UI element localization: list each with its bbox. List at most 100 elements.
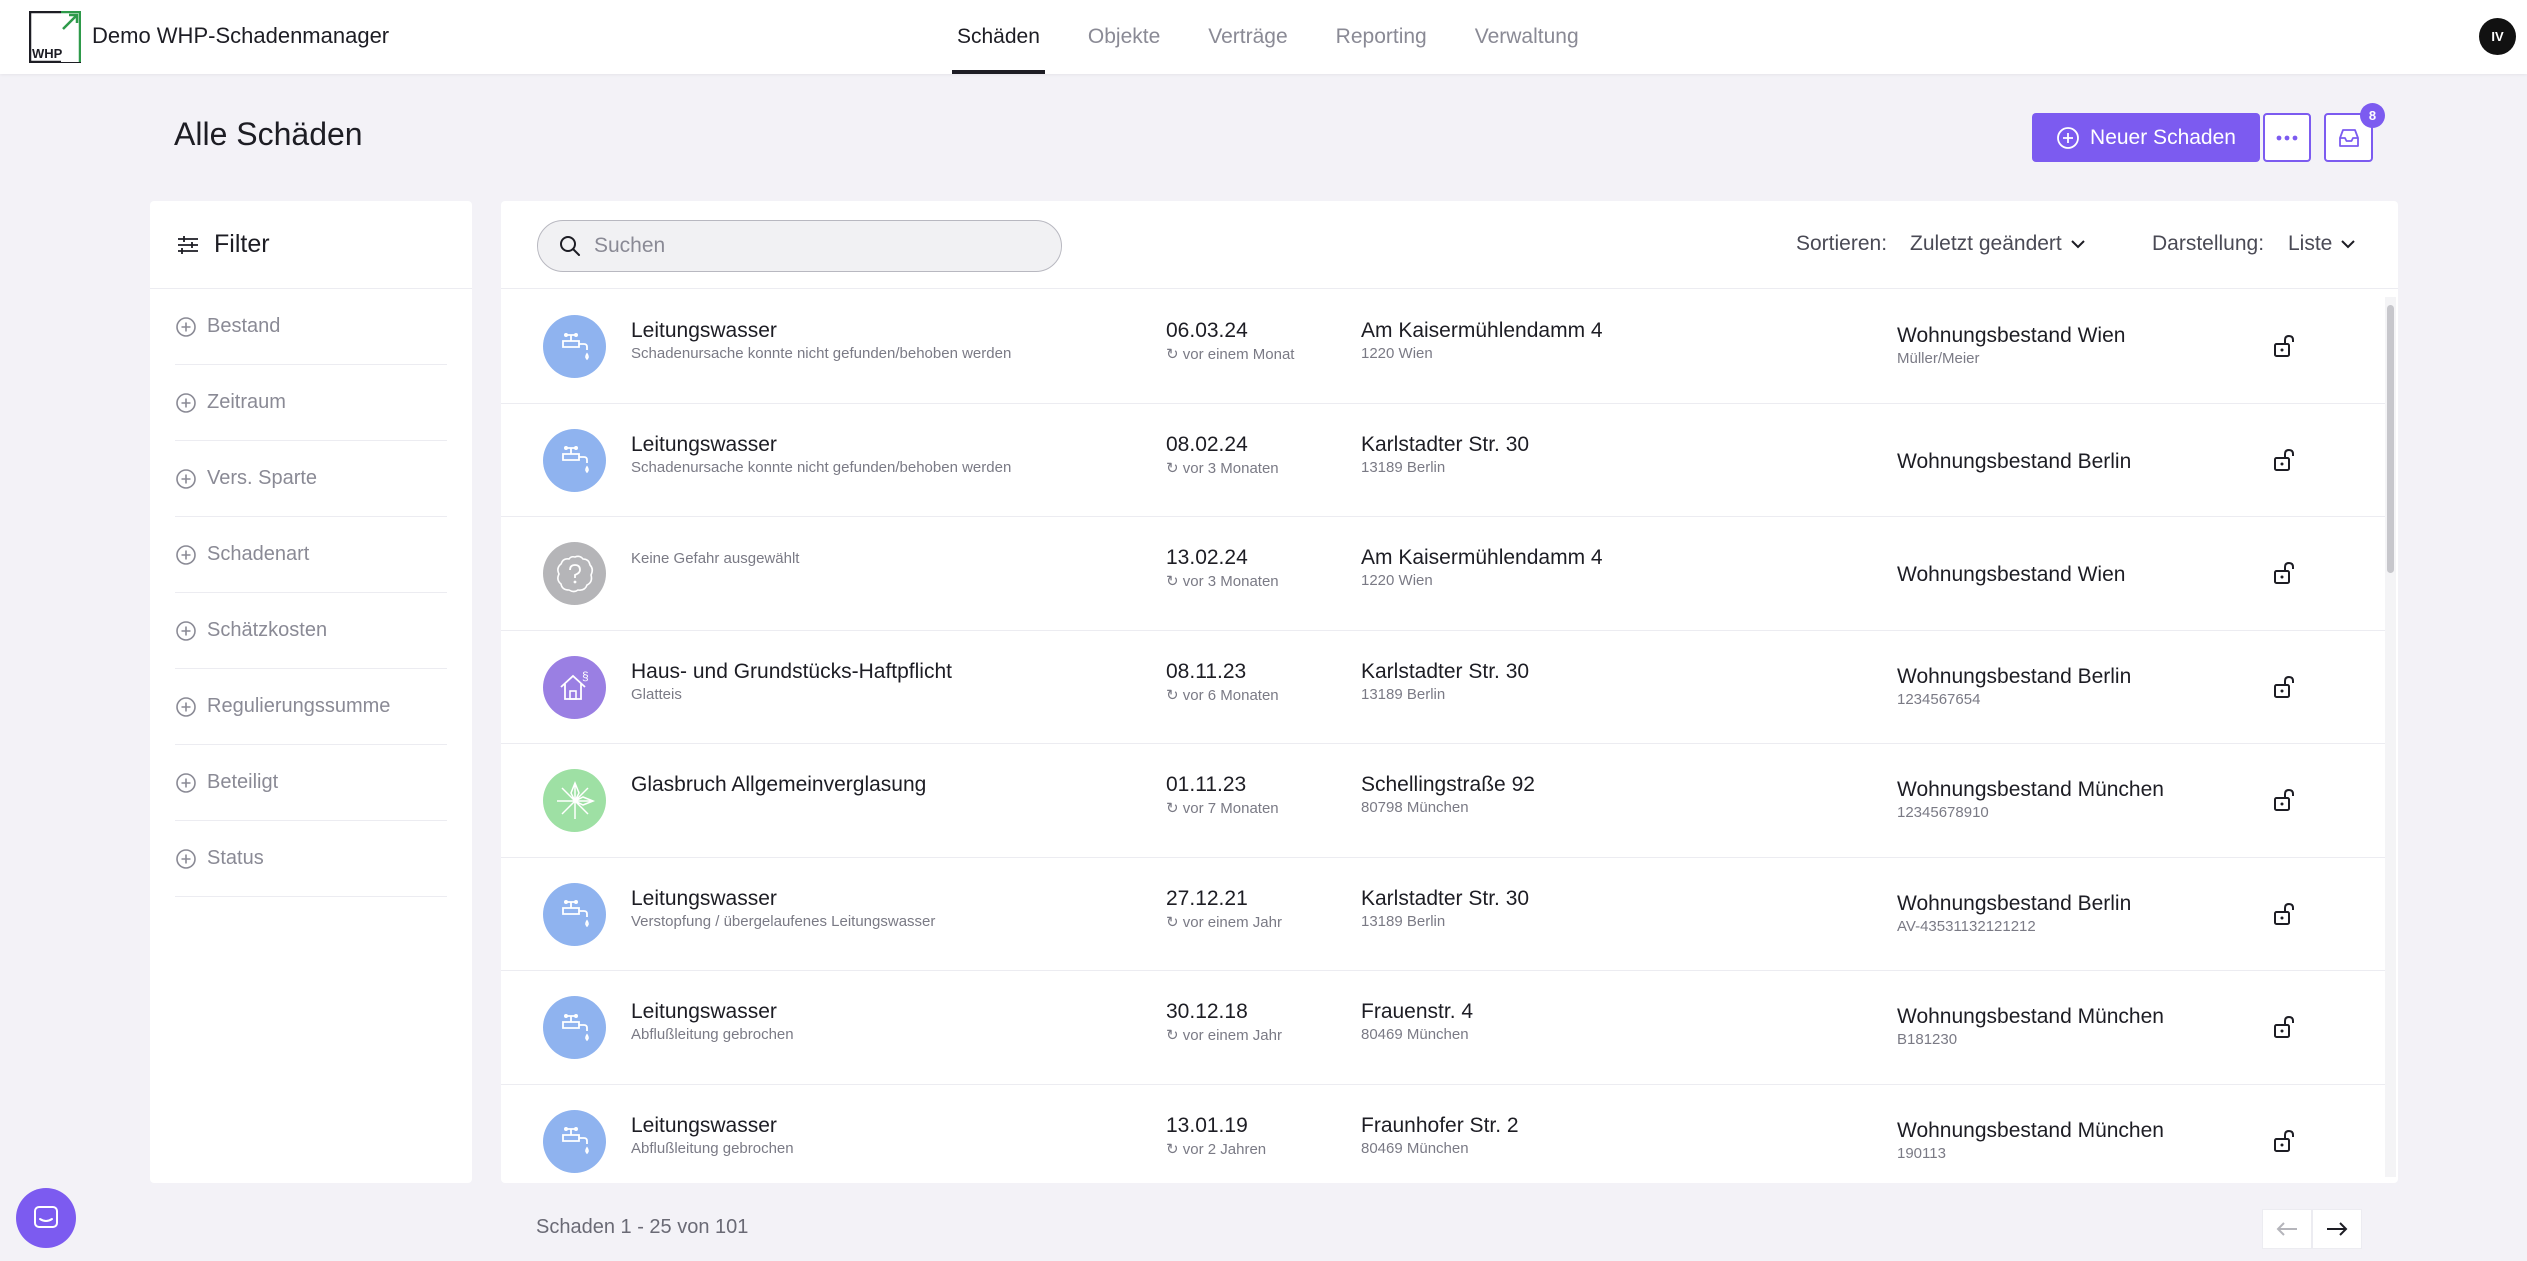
page-title: Alle Schäden	[174, 116, 363, 152]
object-city: 80798 München	[1361, 799, 1469, 816]
unlock-icon[interactable]	[2271, 901, 2297, 927]
table-row[interactable]: Leitungswasser Schadenursache konnte nic…	[501, 404, 2385, 517]
relative-time: ↻ vor einem Monat	[1166, 346, 1295, 363]
scrollbar-thumb[interactable]	[2387, 305, 2394, 573]
portfolio-reference: 12345678910	[1897, 804, 1989, 821]
search-box[interactable]	[537, 220, 1062, 272]
unlock-icon[interactable]	[2271, 1014, 2297, 1040]
filter-item-status[interactable]: Status	[175, 821, 447, 897]
list-scrollbar[interactable]	[2385, 297, 2396, 1177]
filter-item-label: Beteiligt	[207, 771, 279, 793]
plus-circle-icon	[176, 316, 196, 337]
filter-title: Filter	[214, 230, 270, 258]
portfolio-name: Wohnungsbestand Berlin	[1897, 449, 2132, 473]
sort-label: Sortieren:	[1796, 232, 1888, 255]
nav-tab-objekte[interactable]: Objekte	[1083, 0, 1165, 74]
nav-tab-schaeden[interactable]: Schäden	[952, 0, 1045, 74]
filter-item-zeitraum[interactable]: Zeitraum	[175, 365, 447, 441]
unlock-icon[interactable]	[2271, 787, 2297, 813]
nav-tab-vertraege[interactable]: Verträge	[1203, 0, 1292, 74]
nav-tab-verwaltung[interactable]: Verwaltung	[1470, 0, 1584, 74]
portfolio-name: Wohnungsbestand Berlin	[1897, 664, 2132, 688]
previous-page-button[interactable]	[2262, 1209, 2312, 1249]
sort-dropdown[interactable]: Zuletzt geändert	[1910, 232, 2086, 256]
plus-circle-icon	[176, 772, 196, 793]
object-address: Fraunhofer Str. 2	[1361, 1113, 1519, 1137]
svg-text:§: §	[582, 669, 589, 683]
object-address: Frauenstr. 4	[1361, 1000, 1474, 1023]
pagination-info: Schaden 1 - 25 von 101	[536, 1216, 749, 1238]
object-address: Karlstadter Str. 30	[1361, 659, 1530, 683]
filter-list: Bestand Zeitraum Vers. Sparte Schadenart…	[150, 289, 472, 897]
damage-type: Glasbruch Allgemeinverglasung	[631, 773, 927, 796]
new-damage-label: Neuer Schaden	[2090, 125, 2236, 149]
table-row[interactable]: Leitungswasser Schadenursache konnte nic…	[501, 290, 2385, 404]
chevron-down-icon	[2341, 240, 2356, 249]
portfolio-reference: 1234567654	[1897, 690, 1981, 708]
filter-item-schaetzkosten[interactable]: Schätzkosten	[175, 593, 447, 669]
object-address: Schellingstraße 92	[1361, 773, 1535, 796]
table-row[interactable]: Leitungswasser Abflußleitung gebrochen 3…	[501, 971, 2385, 1085]
arrow-right-icon	[2327, 1222, 2348, 1236]
faucet-icon	[543, 996, 606, 1059]
damage-cause: Abflußleitung gebrochen	[631, 1139, 794, 1157]
faucet-icon	[543, 428, 606, 492]
inbox-icon	[2338, 128, 2359, 147]
damage-date: 08.02.24	[1166, 432, 1248, 456]
damage-date: 08.11.23	[1166, 659, 1247, 683]
filter-item-bestand[interactable]: Bestand	[175, 289, 447, 365]
filter-item-vers-sparte[interactable]: Vers. Sparte	[175, 441, 447, 517]
damage-type: Leitungswasser	[631, 319, 777, 342]
chat-icon	[34, 1206, 58, 1228]
more-options-button[interactable]	[2263, 113, 2311, 162]
next-page-button[interactable]	[2312, 1209, 2362, 1249]
main-nav: Schäden Objekte Verträge Reporting Verwa…	[952, 0, 1622, 74]
sliders-icon	[178, 235, 198, 254]
filter-item-label: Bestand	[207, 315, 281, 337]
view-label: Darstellung:	[2152, 232, 2265, 255]
filter-item-regulierungssumme[interactable]: Regulierungssumme	[175, 669, 447, 745]
filter-item-label: Status	[207, 847, 264, 869]
filter-item-label: Regulierungssumme	[207, 695, 391, 717]
table-row[interactable]: Leitungswasser Verstopfung / übergelaufe…	[501, 858, 2385, 971]
damage-date: 27.12.21	[1166, 886, 1248, 910]
portfolio-name: Wohnungsbestand München	[1897, 1005, 2164, 1028]
damage-cause: Abflußleitung gebrochen	[631, 1026, 794, 1043]
plus-circle-icon	[176, 392, 196, 413]
portfolio-reference: 190113	[1897, 1144, 1946, 1162]
relative-time: ↻ vor 3 Monaten	[1166, 459, 1279, 477]
whp-logo[interactable]: WHP	[29, 11, 81, 63]
list-toolbar: Sortieren: Zuletzt geändert Darstellung:…	[501, 201, 2398, 289]
damage-cause: Glatteis	[631, 685, 682, 703]
object-city: 13189 Berlin	[1361, 685, 1446, 703]
view-value: Liste	[2288, 232, 2333, 255]
unlock-icon[interactable]	[2271, 560, 2297, 586]
new-damage-button[interactable]: Neuer Schaden	[2032, 113, 2260, 162]
damage-type: Leitungswasser	[631, 432, 777, 456]
nav-tab-reporting[interactable]: Reporting	[1331, 0, 1432, 74]
portfolio-name: Wohnungsbestand Wien	[1897, 324, 2126, 347]
faucet-icon	[543, 315, 606, 378]
search-input[interactable]	[594, 234, 1034, 258]
view-dropdown[interactable]: Liste	[2288, 232, 2356, 256]
chat-launcher-button[interactable]	[16, 1188, 76, 1248]
user-avatar[interactable]: IV	[2479, 18, 2516, 55]
damage-date: 13.01.19	[1166, 1113, 1248, 1137]
damage-type: Leitungswasser	[631, 886, 777, 910]
unlock-icon[interactable]	[2271, 1128, 2297, 1154]
table-row[interactable]: § Haus- und Grundstücks-Haftpflicht Glat…	[501, 631, 2385, 744]
filter-item-label: Schadenart	[207, 543, 310, 565]
table-row[interactable]: Glasbruch Allgemeinverglasung 01.11.23 ↻…	[501, 744, 2385, 858]
faucet-icon	[543, 1109, 606, 1173]
unlock-icon[interactable]	[2271, 674, 2297, 700]
plus-circle-icon	[176, 696, 196, 717]
filter-item-beteiligt[interactable]: Beteiligt	[175, 745, 447, 821]
unlock-icon[interactable]	[2271, 447, 2297, 473]
object-city: 1220 Wien	[1361, 345, 1433, 362]
unlock-icon[interactable]	[2271, 333, 2297, 359]
filter-item-schadenart[interactable]: Schadenart	[175, 517, 447, 593]
table-row[interactable]: Leitungswasser Abflußleitung gebrochen 1…	[501, 1085, 2385, 1184]
table-row[interactable]: Keine Gefahr ausgewählt 13.02.24 ↻ vor 3…	[501, 517, 2385, 631]
portfolio-name: Wohnungsbestand München	[1897, 1118, 2164, 1142]
question-icon	[543, 542, 606, 605]
